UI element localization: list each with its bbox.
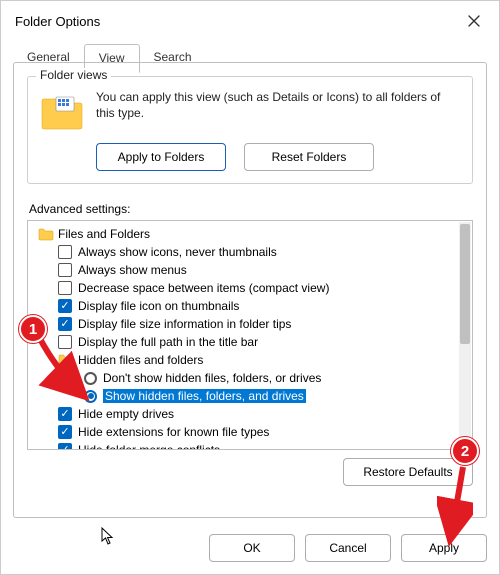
tab-content: Folder views You can apply this view (su… <box>13 62 487 518</box>
checkbox-unchecked-icon[interactable] <box>58 281 72 295</box>
close-button[interactable] <box>459 7 489 35</box>
checkbox-checked-icon[interactable]: ✓ <box>58 299 72 313</box>
tree-item-label: Decrease space between items (compact vi… <box>78 281 329 295</box>
checkbox-checked-icon[interactable]: ✓ <box>58 443 72 450</box>
folder-views-icon <box>40 89 84 133</box>
annotation-badge-2: 2 <box>451 437 479 465</box>
advanced-settings-label: Advanced settings: <box>29 202 473 216</box>
folder-views-group: Folder views You can apply this view (su… <box>27 76 473 184</box>
tree-item[interactable]: ✓ Display file icon on thumbnails <box>32 297 454 315</box>
checkbox-unchecked-icon[interactable] <box>58 263 72 277</box>
tree-item[interactable]: ✓ Hide extensions for known file types <box>32 423 454 441</box>
checkbox-checked-icon[interactable]: ✓ <box>58 425 72 439</box>
ok-button[interactable]: OK <box>209 534 295 562</box>
tree-item-label: Display the full path in the title bar <box>78 335 258 349</box>
tree-item-label: Display file icon on thumbnails <box>78 299 239 313</box>
tree-item-label: Hide folder merge conflicts <box>78 443 220 450</box>
window-title: Folder Options <box>11 14 100 29</box>
close-icon <box>468 15 480 27</box>
checkbox-unchecked-icon[interactable] <box>58 245 72 259</box>
reset-folders-button[interactable]: Reset Folders <box>244 143 374 171</box>
scrollbar-thumb[interactable] <box>460 224 470 344</box>
tree-item[interactable]: ✓ Hide folder merge conflicts <box>32 441 454 450</box>
tree-item-label: Hide empty drives <box>78 407 174 421</box>
tree-item-label: Always show icons, never thumbnails <box>78 245 277 259</box>
tree-item[interactable]: Decrease space between items (compact vi… <box>32 279 454 297</box>
tree-item[interactable]: Always show icons, never thumbnails <box>32 243 454 261</box>
cancel-button[interactable]: Cancel <box>305 534 391 562</box>
annotation-badge-1: 1 <box>19 315 47 343</box>
folder-icon <box>38 227 54 241</box>
tree-item-label: Don't show hidden files, folders, or dri… <box>103 371 321 385</box>
annotation-arrow-2 <box>437 463 473 547</box>
tree-item-label: Hide extensions for known file types <box>78 425 269 439</box>
tree-item[interactable]: Always show menus <box>32 261 454 279</box>
apply-to-folders-button[interactable]: Apply to Folders <box>96 143 226 171</box>
tree-root-files-and-folders[interactable]: Files and Folders <box>32 225 454 243</box>
checkbox-checked-icon[interactable]: ✓ <box>58 407 72 421</box>
tree-item-label: Display file size information in folder … <box>78 317 291 331</box>
cursor-icon <box>101 527 115 550</box>
tree-item-label: Always show menus <box>78 263 187 277</box>
tree-item-label: Show hidden files, folders, and drives <box>103 389 306 403</box>
folder-views-description: You can apply this view (such as Details… <box>96 89 460 121</box>
titlebar: Folder Options <box>1 1 499 41</box>
scrollbar-track[interactable] <box>459 222 471 448</box>
dialog-buttons: OK Cancel Apply <box>13 534 487 562</box>
tree-label: Files and Folders <box>58 227 150 241</box>
folder-options-window: Folder Options General View Search Folde… <box>0 0 500 575</box>
folder-views-legend: Folder views <box>36 68 111 82</box>
